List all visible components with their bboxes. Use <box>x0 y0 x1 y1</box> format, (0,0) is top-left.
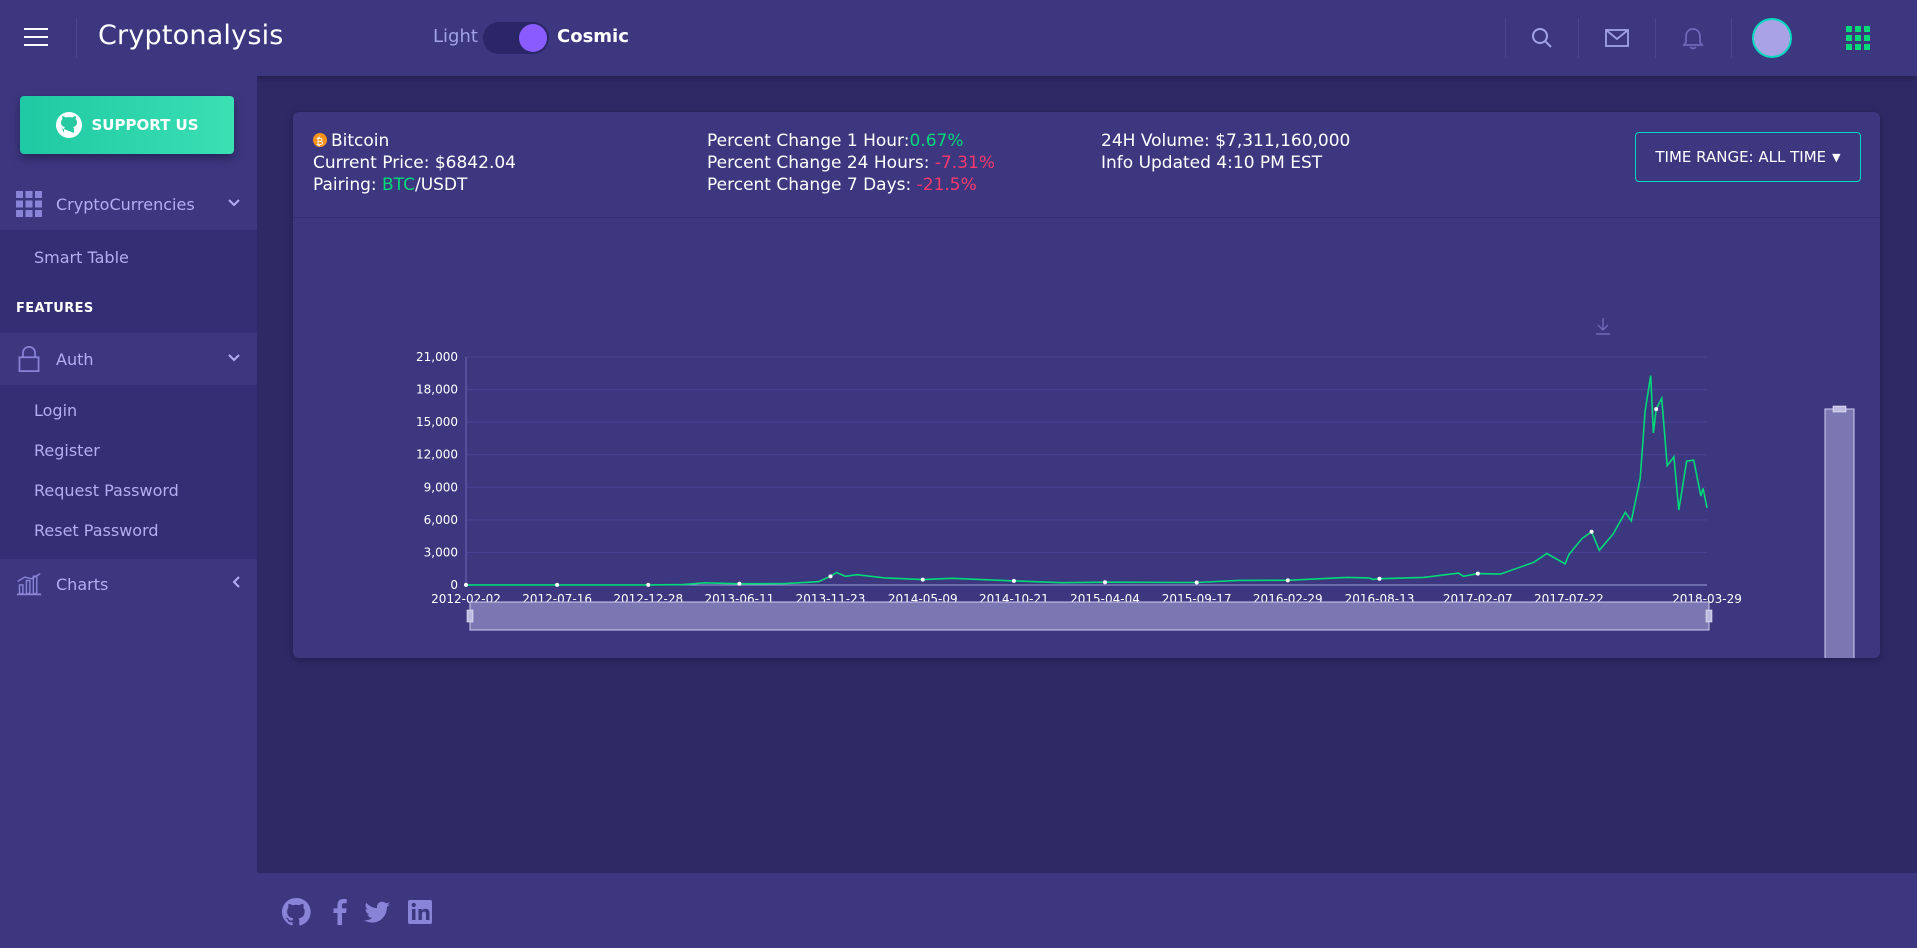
pc1h-value: 0.67% <box>909 131 964 151</box>
sidebar-item-reset-password[interactable]: Reset Password <box>34 521 159 540</box>
sidebar-item-auth[interactable]: Auth <box>0 333 257 385</box>
sidebar-item-request-password[interactable]: Request Password <box>34 481 179 500</box>
bitcoin-icon <box>313 132 327 154</box>
coin-name: Bitcoin <box>331 131 390 151</box>
theme-cosmic-label[interactable]: Cosmic <box>557 26 629 47</box>
pc24h-value: -7.31% <box>934 153 995 173</box>
sidebar-item-charts[interactable]: Charts <box>0 558 257 610</box>
y-tick-label: 9,000 <box>424 480 458 494</box>
search-icon[interactable] <box>1526 22 1558 54</box>
header-divider <box>1578 18 1579 58</box>
horizontal-zoom-slider[interactable] <box>466 601 1713 631</box>
time-range-label: TIME RANGE: ALL TIME <box>1655 148 1827 166</box>
price-label: Current Price: <box>313 153 435 173</box>
y-tick-label: 3,000 <box>424 545 458 559</box>
data-point[interactable] <box>920 577 925 582</box>
data-point[interactable] <box>1589 529 1594 534</box>
data-point[interactable] <box>1377 576 1382 581</box>
sidebar-item-label: Auth <box>56 349 94 369</box>
chart-icon <box>16 573 42 596</box>
features-heading: FEATURES <box>16 301 94 316</box>
pc24h-label: Percent Change 24 Hours: <box>707 153 935 173</box>
time-range-dropdown[interactable]: TIME RANGE: ALL TIME ▼ <box>1635 132 1861 182</box>
sidebar-item-login[interactable]: Login <box>34 401 77 420</box>
y-tick-label: 18,000 <box>416 383 458 397</box>
mail-icon[interactable] <box>1601 22 1633 54</box>
github-icon <box>56 112 83 138</box>
pc1h-label: Percent Change 1 Hour: <box>707 131 910 151</box>
data-point[interactable] <box>1011 578 1016 583</box>
data-point[interactable] <box>1654 407 1659 412</box>
sidebar-item-label: Charts <box>56 574 109 594</box>
github-icon[interactable] <box>281 897 311 927</box>
volume-value: $7,311,160,000 <box>1215 131 1351 151</box>
data-point[interactable] <box>555 582 560 587</box>
top-header: Cryptonalysis Light Cosmic <box>0 0 1917 76</box>
data-point[interactable] <box>737 581 742 586</box>
twitter-icon[interactable] <box>362 897 392 927</box>
percent-changes: Percent Change 1 Hour:0.67% Percent Chan… <box>707 130 995 196</box>
data-point[interactable] <box>1194 580 1199 585</box>
grid-icon[interactable] <box>1842 22 1874 54</box>
support-us-label: SUPPORT US <box>91 116 199 134</box>
data-point[interactable] <box>828 574 833 579</box>
data-point[interactable] <box>1475 571 1480 576</box>
user-avatar[interactable] <box>1752 18 1792 58</box>
pc7d-label: Percent Change 7 Days: <box>707 175 917 195</box>
sidebar-item-label: CryptoCurrencies <box>56 194 195 214</box>
chevron-down-icon <box>227 351 241 367</box>
coin-info-header: Bitcoin Current Price: $6842.04 Pairing:… <box>293 112 1880 218</box>
brand-title[interactable]: Cryptonalysis <box>98 20 284 51</box>
facebook-icon[interactable] <box>325 897 355 927</box>
theme-toggle[interactable] <box>483 22 549 54</box>
sidebar: SUPPORT US CryptoCurrencies Smart Table … <box>0 76 257 948</box>
pc7d-value: -21.5% <box>916 175 977 195</box>
chevron-down-icon <box>227 196 241 212</box>
download-icon[interactable] <box>1596 318 1610 335</box>
header-divider <box>1505 18 1506 58</box>
sidebar-item-smart-table[interactable]: Smart Table <box>34 248 129 267</box>
sidebar-item-cryptocurrencies[interactable]: CryptoCurrencies <box>0 178 257 230</box>
linkedin-icon[interactable] <box>406 897 436 927</box>
y-tick-label: 0 <box>450 578 458 592</box>
data-point[interactable] <box>1285 578 1290 583</box>
support-us-button[interactable]: SUPPORT US <box>20 96 234 154</box>
data-point[interactable] <box>464 582 468 587</box>
pairing-quote: /USDT <box>414 175 468 195</box>
header-divider <box>1655 18 1656 58</box>
y-tick-label: 21,000 <box>416 350 458 364</box>
price-chart-area: 0 3,000 6,000 9,000 12,000 15,000 18,000 21,000… <box>293 218 1880 695</box>
theme-light-label[interactable]: Light <box>433 26 478 47</box>
menu-toggle-icon[interactable] <box>24 28 48 48</box>
y-tick-label: 6,000 <box>424 513 458 527</box>
sidebar-item-register[interactable]: Register <box>34 441 100 460</box>
data-point[interactable] <box>646 582 651 587</box>
header-divider <box>1731 18 1732 58</box>
lock-icon <box>18 346 40 372</box>
y-tick-label: 15,000 <box>416 415 458 429</box>
updated-text: Info Updated 4:10 PM EST <box>1101 153 1323 173</box>
pairing-label: Pairing: <box>313 175 383 195</box>
coin-info-card: Bitcoin Current Price: $6842.04 Pairing:… <box>293 112 1880 695</box>
coin-summary: Bitcoin Current Price: $6842.04 Pairing:… <box>313 130 516 196</box>
volume-label: 24H Volume: <box>1101 131 1216 151</box>
toggle-knob <box>519 24 547 52</box>
bell-icon[interactable] <box>1677 22 1709 54</box>
price-chart: 0 3,000 6,000 9,000 12,000 15,000 18,000 21,000… <box>416 318 1855 695</box>
vertical-zoom-slider[interactable] <box>1824 405 1855 695</box>
price-series-line <box>466 375 1708 586</box>
footer <box>257 873 1917 948</box>
y-tick-label: 12,000 <box>416 448 458 462</box>
header-divider <box>76 18 77 58</box>
caret-down-icon: ▼ <box>1832 150 1841 164</box>
pairing-base: BTC <box>382 175 415 195</box>
chevron-left-icon <box>231 575 241 593</box>
grid-icon <box>16 191 42 217</box>
price-value: $6842.04 <box>434 153 516 173</box>
volume-info: 24H Volume: $7,311,160,000 Info Updated … <box>1101 130 1350 174</box>
data-point[interactable] <box>1103 580 1108 585</box>
submenu-auth: Login Register Request Password Reset Pa… <box>0 385 257 559</box>
